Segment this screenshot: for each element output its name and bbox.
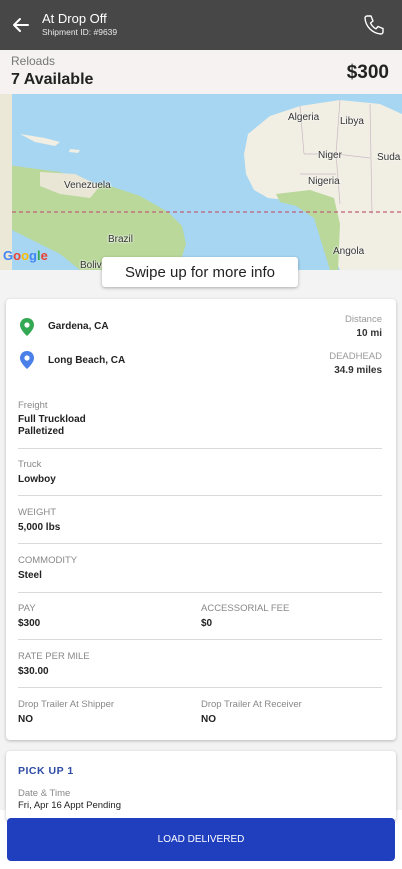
call-button[interactable] (362, 13, 386, 37)
back-button[interactable] (6, 10, 36, 40)
freight-label: Freight (18, 400, 48, 411)
commodity-label: COMMODITY (18, 555, 78, 566)
divider (18, 592, 382, 593)
map-label-bolivia: Bolivi (80, 260, 104, 270)
pickup-datetime-label: Date & Time (18, 788, 71, 799)
top-app-bar: At Drop Off Shipment ID: #9639 (0, 0, 402, 50)
truck-label: Truck (18, 459, 42, 470)
map-label-algeria: Algeria (288, 112, 320, 123)
route-map[interactable]: Algeria Libya Niger Suda Nigeria Venezue… (0, 94, 402, 270)
map-label-libya: Libya (340, 116, 364, 127)
reloads-label: Reloads (11, 54, 56, 68)
reloads-count: 7 Available (11, 71, 94, 88)
pickup-card[interactable]: PICK UP 1 Date & Time Fri, Apr 16 Appt P… (6, 751, 396, 821)
map-label-sudan: Suda (377, 152, 401, 163)
divider (18, 543, 382, 544)
weight-value: 5,000 lbs (18, 522, 61, 533)
map-label-nigeria: Nigeria (308, 176, 340, 187)
rate-per-mile-value: $30.00 (18, 666, 49, 677)
caribbean-islands (20, 134, 80, 153)
map-edge-strip (0, 94, 12, 270)
load-delivered-button[interactable]: LOAD DELIVERED (7, 818, 395, 861)
origin-location: Gardena, CA (48, 321, 109, 332)
accessorial-fee-label: ACCESSORIAL FEE (201, 603, 290, 614)
arrow-left-icon (13, 18, 29, 32)
freight-value-line-2: Palletized (18, 426, 65, 437)
deadhead-label: DEADHEAD (329, 351, 382, 362)
rate-per-mile-label: RATE PER MILE (18, 651, 90, 662)
truck-value: Lowboy (18, 474, 56, 485)
swipe-hint[interactable]: Swipe up for more info (102, 257, 298, 287)
map-label-brazil: Brazil (108, 234, 134, 245)
pay-label: PAY (18, 603, 36, 614)
header-title-block: At Drop Off Shipment ID: #9639 (42, 11, 117, 38)
divider (18, 448, 382, 449)
page-title: At Drop Off (42, 11, 107, 26)
freight-value-line-1: Full Truckload (18, 414, 86, 425)
phone-icon (364, 15, 384, 35)
drop-trailer-shipper-label: Drop Trailer At Shipper (18, 699, 115, 710)
distance-label: Distance (345, 314, 382, 325)
google-logo: Google (3, 248, 48, 263)
map-label-venezuela: Venezuela (64, 180, 111, 191)
weight-label: WEIGHT (18, 507, 56, 518)
divider (18, 639, 382, 640)
destination-location: Long Beach, CA (48, 355, 126, 366)
load-details-card: Gardena, CA Distance 10 mi Long Beach, C… (6, 299, 396, 740)
origin-pin-icon (20, 318, 34, 336)
divider (18, 687, 382, 688)
map-label-angola: Angola (333, 246, 365, 257)
reloads-bar[interactable]: Reloads 7 Available $300 (0, 50, 402, 94)
pay-value: $300 (18, 618, 41, 629)
pickup-title: PICK UP 1 (18, 765, 74, 777)
pickup-datetime-value: Fri, Apr 16 Appt Pending (18, 800, 121, 811)
commodity-value: Steel (18, 570, 42, 581)
shipment-id: Shipment ID: #9639 (42, 27, 118, 37)
accessorial-fee-value: $0 (201, 618, 213, 629)
destination-pin-icon (20, 351, 34, 369)
deadhead-value: 34.9 miles (334, 365, 382, 376)
map-label-niger: Niger (318, 150, 342, 161)
drop-trailer-receiver-value: NO (201, 714, 216, 725)
distance-value: 10 mi (356, 328, 382, 339)
divider (18, 495, 382, 496)
drop-trailer-shipper-value: NO (18, 714, 33, 725)
reloads-price: $300 (346, 62, 389, 83)
drop-trailer-receiver-label: Drop Trailer At Receiver (201, 699, 302, 710)
